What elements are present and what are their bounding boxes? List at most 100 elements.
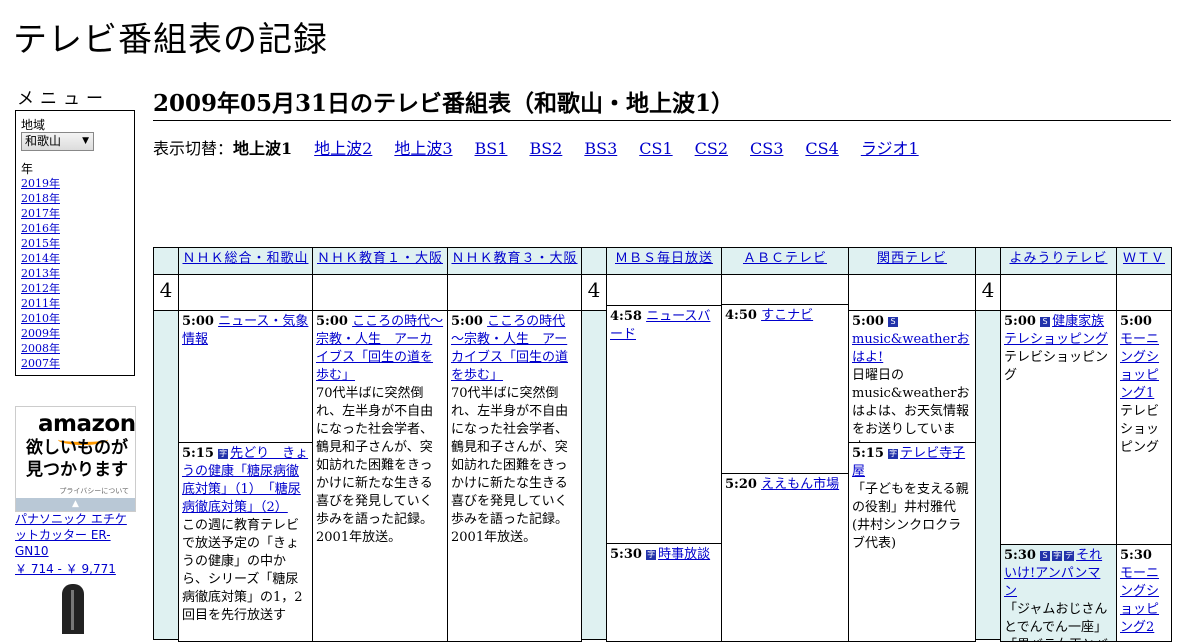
year-link[interactable]: 2017年 [21, 207, 60, 220]
product-price[interactable]: ￥ 714 - ￥ 9,771 [15, 560, 116, 577]
ad-collapse-bar[interactable]: ▲ [16, 498, 135, 511]
year-item: 2019年 [21, 176, 60, 191]
site-title: テレビ番組表の記録 [13, 20, 328, 60]
program-cell: 4:50 すこナビ [721, 304, 849, 474]
year-link[interactable]: 2016年 [21, 222, 60, 235]
program-description: 日曜日のmusic&weatherおはよは、お天気情報をお送りしています。 [852, 368, 970, 442]
empty-slot [312, 274, 448, 311]
program-description: テレビショッピング [1120, 404, 1160, 455]
switcher-link[interactable]: CS3 [750, 139, 783, 158]
program-cell: 5:00 ニュース・気象情報 [178, 310, 313, 443]
ad-privacy-link[interactable]: プライバシーについて [59, 486, 129, 496]
year-link[interactable]: 2007年 [21, 357, 60, 370]
year-link[interactable]: 2012年 [21, 282, 60, 295]
empty-slot [721, 274, 849, 305]
product-link[interactable]: パナソニック エチケットカッター ER-GN10 [15, 511, 133, 559]
year-label: 年 [21, 162, 34, 176]
channel-link[interactable]: ＮＨＫ総合・和歌山 [182, 251, 308, 266]
program-time: 5:30 [610, 547, 642, 562]
switcher-link[interactable]: BS2 [529, 139, 562, 158]
channel-link[interactable]: ＭＢＳ毎日放送 [615, 251, 713, 266]
switcher-link[interactable]: BS3 [584, 139, 617, 158]
year-list: 2019年 2018年 2017年 2016年 2015年 2014年 2013年 2012年… [21, 176, 60, 371]
channel-link[interactable]: 関西テレビ [877, 251, 947, 266]
switcher-link[interactable]: CS2 [695, 139, 728, 158]
data-broadcast-icon: 字 [888, 449, 899, 459]
channel-header[interactable]: ＡＢＣテレビ [721, 247, 849, 275]
empty-slot [606, 274, 722, 306]
program-cell: 5:00 モーニングショッピング1 テレビショッピング [1116, 310, 1172, 545]
program-time: 5:15 [852, 446, 884, 461]
program-title-link[interactable]: すこナビ [761, 308, 813, 323]
channel-header[interactable]: ＮＨＫ総合・和歌山 [178, 247, 313, 275]
program-time: 4:50 [725, 308, 757, 323]
channel-link[interactable]: ＷＴＶ [1123, 251, 1165, 266]
program-cell: 5:00 S 健康家族テレショッピング テレビショッピング [1000, 310, 1117, 545]
year-link[interactable]: 2010年 [21, 312, 60, 325]
program-title-link[interactable]: ええもん市場 [761, 477, 839, 492]
channel-header[interactable]: ＮＨＫ教育１・大阪 [312, 247, 448, 275]
channel-header[interactable]: よみうりテレビ [1000, 247, 1117, 275]
channel-link[interactable]: ＮＨＫ教育１・大阪 [317, 251, 443, 266]
program-cell: 4:58 ニュースバード [606, 305, 722, 544]
program-cell: 5:00 S music&weatherおはよ! 日曜日のmusic&weath… [848, 310, 976, 443]
channel-link[interactable]: ＡＢＣテレビ [743, 251, 827, 266]
ad-tagline-line2: 見つかります [26, 460, 128, 480]
program-time: 5:30 [1120, 548, 1152, 563]
program-time: 5:00 [451, 314, 483, 329]
switcher-link[interactable]: BS1 [475, 139, 508, 158]
year-link[interactable]: 2015年 [21, 237, 60, 250]
year-item: 2007年 [21, 356, 60, 371]
data-broadcast-icon: デ [1064, 551, 1075, 561]
switcher-link[interactable]: 地上波3 [394, 139, 452, 158]
ad-tagline: 欲しいものが 見つかります [26, 437, 128, 481]
program-title-link[interactable]: モーニングショッピング1 [1120, 332, 1159, 401]
stereo-icon: S [1040, 317, 1051, 327]
channel-header[interactable]: ＮＨＫ教育３・大阪 [447, 247, 582, 275]
year-link[interactable]: 2011年 [21, 297, 60, 310]
year-link[interactable]: 2018年 [21, 192, 60, 205]
program-time: 5:00 [852, 314, 884, 329]
empty-slot [178, 274, 313, 311]
switcher-link[interactable]: ラジオ1 [861, 139, 919, 158]
channel-link[interactable]: よみうりテレビ [1009, 251, 1107, 266]
year-item: 2013年 [21, 266, 60, 281]
program-time: 4:58 [610, 309, 642, 324]
program-title-link[interactable]: モーニングショッピング2 [1120, 566, 1159, 635]
program-cell: 5:30 S字デそれいけ!アンパンマン 「ジャムおじさんとでんでん一座」「黒バラ… [1000, 544, 1117, 642]
hour-cell: 4 [153, 274, 179, 311]
program-title-link[interactable]: music&weatherおはよ! [852, 332, 969, 365]
year-link[interactable]: 2008年 [21, 342, 60, 355]
program-time: 5:20 [725, 477, 757, 492]
hour-header-gap [153, 247, 179, 275]
program-description: テレビショッピング [1004, 350, 1109, 383]
empty-slot [447, 274, 582, 311]
view-switcher: 表示切替：地上波1 地上波2 地上波3 BS1 BS2 BS3 CS1 CS2 CS3 CS4 ラジ… [153, 135, 941, 159]
year-link[interactable]: 2014年 [21, 252, 60, 265]
year-item: 2016年 [21, 221, 60, 236]
empty-slot [1116, 274, 1172, 311]
data-broadcast-icon: 字 [218, 449, 229, 459]
product-image[interactable] [62, 584, 84, 634]
program-description: 「ジャムおじさんとでんでん一座」「黒バラ女王とバ [1004, 602, 1108, 641]
year-link[interactable]: 2013年 [21, 267, 60, 280]
switcher-link[interactable]: CS4 [805, 139, 838, 158]
program-time: 5:00 [1004, 314, 1036, 329]
switcher-link[interactable]: 地上波2 [314, 139, 372, 158]
channel-header[interactable]: ＭＢＳ毎日放送 [606, 247, 722, 275]
year-link[interactable]: 2019年 [21, 177, 60, 190]
channel-link[interactable]: ＮＨＫ教育３・大阪 [451, 251, 577, 266]
program-title-link[interactable]: 時事放談 [658, 547, 710, 562]
region-select[interactable]: 和歌山 ▼ [21, 132, 94, 151]
program-time: 5:15 [182, 446, 214, 461]
program-cell: 5:00 こころの時代～宗教・人生 アーカイブス「回生の道を歩む」 70代半ばに… [447, 310, 582, 642]
channel-header[interactable]: ＷＴＶ [1116, 247, 1172, 275]
channel-header[interactable]: 関西テレビ [848, 247, 976, 275]
year-link[interactable]: 2009年 [21, 327, 60, 340]
switcher-link[interactable]: CS1 [639, 139, 672, 158]
program-cell: 5:20 ええもん市場 [721, 473, 849, 642]
program-cell: 5:00 こころの時代～宗教・人生 アーカイブス「回生の道を歩む」 70代半ばに… [312, 310, 448, 642]
amazon-ad-banner[interactable]: amazon 欲しいものが 見つかります プライバシーについて ▲ [15, 406, 136, 512]
year-item: 2010年 [21, 311, 60, 326]
year-item: 2012年 [21, 281, 60, 296]
